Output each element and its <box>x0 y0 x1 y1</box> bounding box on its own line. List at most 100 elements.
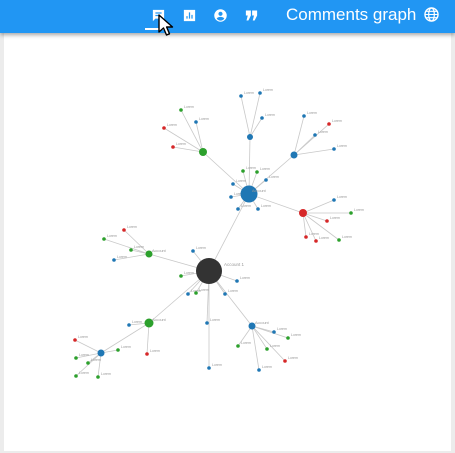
node-label: Lorem <box>241 204 251 208</box>
node-label: Lorem <box>196 246 206 250</box>
node-label: Lorem <box>132 320 142 324</box>
graph-edge <box>146 322 150 355</box>
node-label: Lorem <box>354 208 364 212</box>
sub-hub-node[interactable] <box>247 134 253 140</box>
node-label: Lorem <box>107 234 117 238</box>
node-label: Lorem <box>134 245 144 249</box>
leaf-node[interactable] <box>325 219 329 223</box>
leaf-node[interactable] <box>102 237 106 241</box>
leaf-node[interactable] <box>223 292 227 296</box>
leaf-node[interactable] <box>194 291 198 295</box>
tab-quotes[interactable] <box>239 4 263 26</box>
leaf-node[interactable] <box>332 198 336 202</box>
node-label: Lorem <box>260 167 270 171</box>
node-label: Lorem <box>288 356 298 360</box>
leaf-node[interactable] <box>129 248 133 252</box>
node-label: Lorem <box>212 363 222 367</box>
leaf-node[interactable] <box>349 211 353 215</box>
node-label: Lorem <box>337 195 347 199</box>
language-button[interactable] <box>423 6 440 23</box>
sub-hub-node[interactable] <box>199 148 207 156</box>
leaf-node[interactable] <box>179 274 183 278</box>
leaf-node[interactable] <box>74 356 78 360</box>
node-label: Lorem <box>337 144 347 148</box>
leaf-node[interactable] <box>162 126 166 130</box>
leaf-node[interactable] <box>256 207 260 211</box>
tab-account[interactable] <box>208 4 232 26</box>
node-label: Lorem <box>240 276 250 280</box>
leaf-node[interactable] <box>116 348 120 352</box>
leaf-node[interactable] <box>283 359 287 363</box>
graph-edge <box>202 151 250 195</box>
top-app-bar: Comments graph <box>0 0 455 33</box>
node-label: Lorem <box>199 117 209 121</box>
graph-canvas[interactable]: Lorem Lorem Lorem Lorem Lorem Lorem Lorem Lorem… <box>4 33 451 451</box>
node-label: Lorem <box>241 341 251 345</box>
graph-edge <box>249 92 261 138</box>
leaf-node[interactable] <box>314 239 318 243</box>
node-label: Lorem <box>291 333 301 337</box>
node-label: Lorem <box>184 105 194 109</box>
leaf-node[interactable] <box>122 228 126 232</box>
leaf-node[interactable] <box>272 330 276 334</box>
leaf-node[interactable] <box>229 195 233 199</box>
leaf-node[interactable] <box>332 147 336 151</box>
page-title: Comments graph <box>286 5 417 24</box>
leaf-node[interactable] <box>194 120 198 124</box>
leaf-node[interactable] <box>239 94 243 98</box>
leaf-node[interactable] <box>112 258 116 262</box>
leaf-node[interactable] <box>265 347 269 351</box>
leaf-node[interactable] <box>327 122 331 126</box>
leaf-node[interactable] <box>205 321 209 325</box>
hub-label: Account <box>152 318 167 322</box>
leaf-node[interactable] <box>73 338 77 342</box>
leaf-node[interactable] <box>207 366 211 370</box>
leaf-node[interactable] <box>236 207 240 211</box>
node-label: Lorem <box>262 365 272 369</box>
sub-hub-node[interactable] <box>97 349 105 357</box>
leaf-node[interactable] <box>286 336 290 340</box>
leaf-node[interactable] <box>258 91 262 95</box>
node-label: Lorem <box>307 111 317 115</box>
hub-label: Account <box>255 321 270 325</box>
leaf-node[interactable] <box>127 323 131 327</box>
leaf-node[interactable] <box>313 133 317 137</box>
node-label: Lorem <box>184 271 194 275</box>
graph-edge <box>293 115 305 156</box>
leaf-node[interactable] <box>304 235 308 239</box>
leaf-node[interactable] <box>191 249 195 253</box>
node-label: Lorem <box>330 216 340 220</box>
node-label: Lorem <box>236 179 246 183</box>
leaf-node[interactable] <box>235 279 239 283</box>
bar-chart-icon <box>182 8 197 23</box>
leaf-node[interactable] <box>145 352 149 356</box>
node-label: Lorem <box>127 225 137 229</box>
leaf-node[interactable] <box>337 238 341 242</box>
comments-graph[interactable]: Lorem Lorem Lorem Lorem Lorem Lorem Lorem Lorem… <box>4 33 451 451</box>
sub-hub-node[interactable] <box>299 209 307 217</box>
leaf-node[interactable] <box>186 292 190 296</box>
node-label: Lorem <box>199 288 209 292</box>
graph-edge <box>240 95 251 138</box>
leaf-node[interactable] <box>86 361 90 365</box>
node-label: Lorem <box>269 175 279 179</box>
node-label: Lorem <box>270 344 280 348</box>
tab-statistics[interactable] <box>177 4 201 26</box>
leaf-node[interactable] <box>171 145 175 149</box>
leaf-node[interactable] <box>260 116 264 120</box>
leaf-node[interactable] <box>236 344 240 348</box>
leaf-node[interactable] <box>241 169 245 173</box>
sub-hub-node[interactable] <box>290 151 298 159</box>
leaf-node[interactable] <box>179 108 183 112</box>
leaf-node[interactable] <box>231 182 235 186</box>
hub-label: Account <box>252 189 267 193</box>
leaf-node[interactable] <box>257 368 261 372</box>
mouse-cursor-icon <box>158 14 176 36</box>
hub-label: Account <box>152 249 167 253</box>
leaf-node[interactable] <box>302 114 306 118</box>
leaf-node[interactable] <box>255 170 259 174</box>
leaf-node[interactable] <box>264 178 268 182</box>
root-node[interactable] <box>196 258 222 284</box>
leaf-node[interactable] <box>74 374 78 378</box>
leaf-node[interactable] <box>96 375 100 379</box>
